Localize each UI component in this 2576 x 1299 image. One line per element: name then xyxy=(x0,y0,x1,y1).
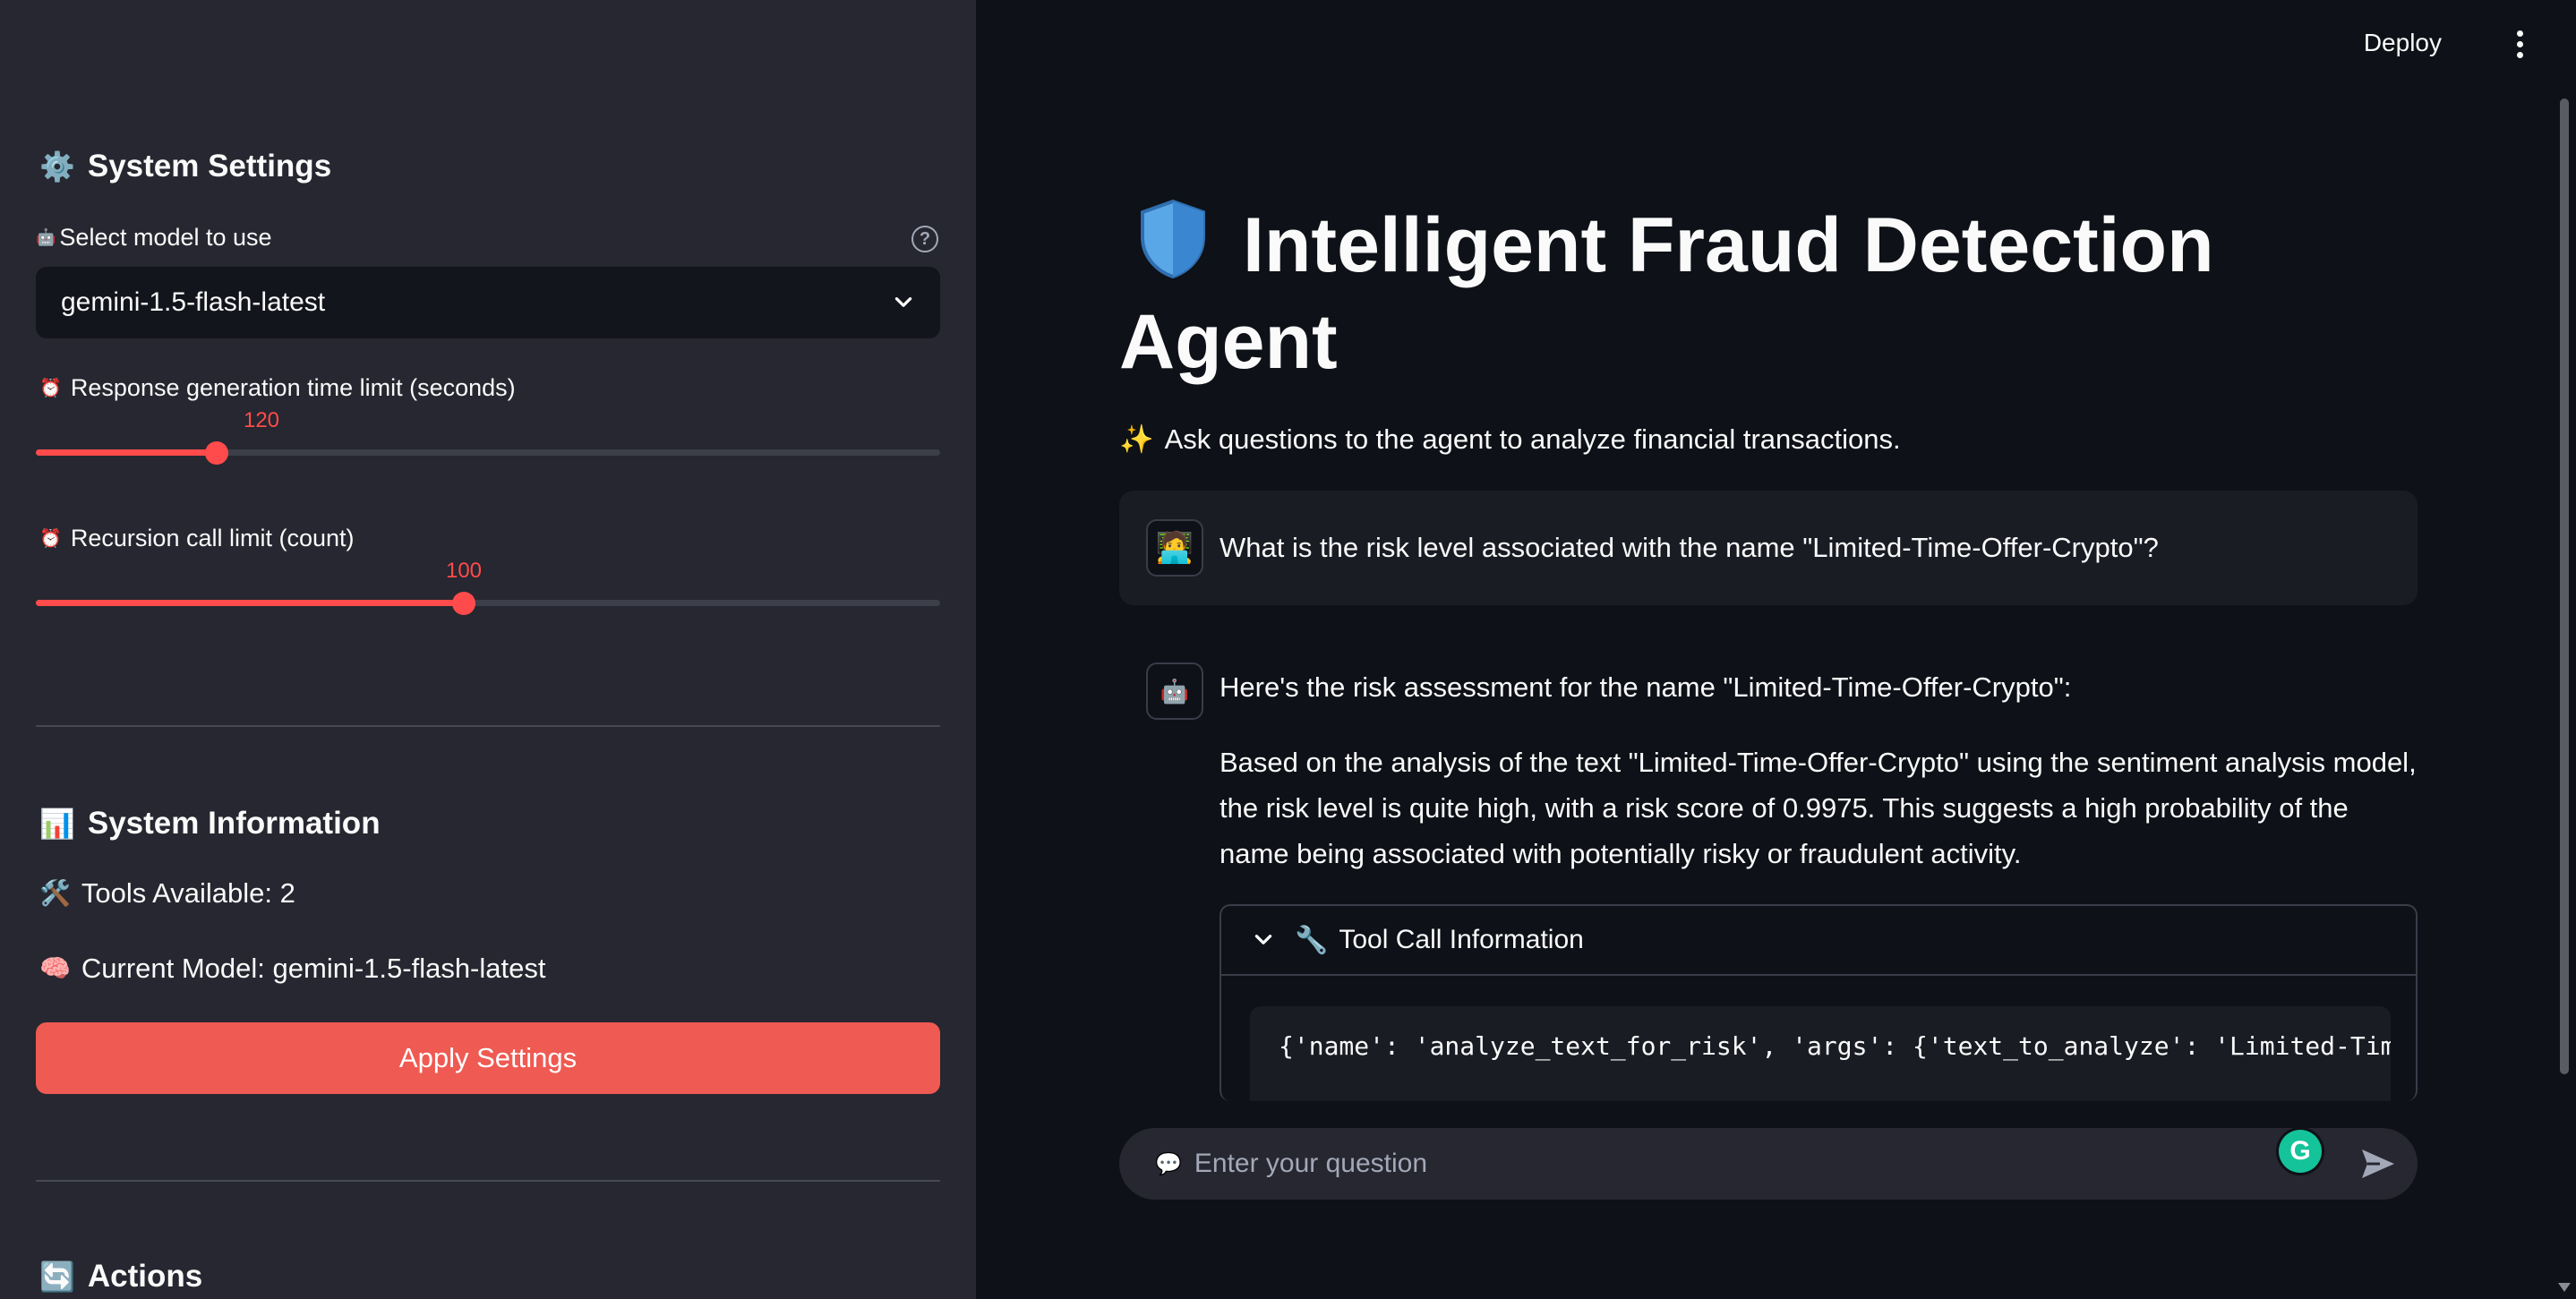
user-avatar-icon: 🧑‍💻 xyxy=(1146,519,1203,577)
user-message-text: What is the risk level associated with t… xyxy=(1220,532,2159,563)
chevron-down-icon xyxy=(1254,935,1272,944)
brain-icon: 🧠 xyxy=(39,954,71,982)
tools-available-text: Tools Available: 2 xyxy=(81,877,295,909)
shield-icon xyxy=(1141,199,1205,279)
scrollbar[interactable] xyxy=(2560,98,2569,1074)
alarm-clock-icon: ⏰ xyxy=(39,529,62,549)
page-title: Intelligent Fraud Detection Agent xyxy=(1119,197,2283,390)
user-message: 🧑‍💻 What is the risk level associated wi… xyxy=(1119,491,2418,605)
speech-bubble-icon: 💬 xyxy=(1155,1151,1182,1176)
current-model: 🧠 Current Model: gemini-1.5-flash-latest xyxy=(39,953,545,985)
sparkles-icon: ✨ xyxy=(1119,423,1154,455)
recursion-limit-label-text: Recursion call limit (count) xyxy=(70,525,355,551)
model-select-value: gemini-1.5-flash-latest xyxy=(61,287,326,317)
time-limit-slider[interactable] xyxy=(36,440,940,465)
main-content: Deploy Intelligent Fraud Detection Agent… xyxy=(976,0,2576,1299)
time-limit-label: ⏰ Response generation time limit (second… xyxy=(39,374,516,402)
apply-settings-button[interactable]: Apply Settings xyxy=(36,1022,940,1094)
tool-call-code: {'name': 'analyze_text_for_risk', 'args'… xyxy=(1250,1006,2391,1101)
recursion-limit-slider-fill xyxy=(36,600,465,606)
time-limit-slider-thumb[interactable] xyxy=(205,440,228,465)
recursion-limit-value: 100 xyxy=(445,559,483,583)
time-limit-value: 120 xyxy=(243,408,280,432)
assistant-intro-text: Here's the risk assessment for the name … xyxy=(1220,671,2072,703)
scroll-down-arrow-icon[interactable] xyxy=(2558,1283,2571,1292)
sidebar: ⚙️ System Settings 🤖 Select model to use… xyxy=(0,0,976,1299)
chevron-down-icon xyxy=(894,297,912,307)
page-title-text: Intelligent Fraud Detection Agent xyxy=(1119,202,2214,385)
send-icon[interactable] xyxy=(2360,1148,2396,1180)
tool-call-expander-header[interactable]: 🔧 Tool Call Information xyxy=(1221,906,2416,976)
gear-icon: ⚙️ xyxy=(39,150,75,183)
tools-icon: 🛠️ xyxy=(39,879,71,907)
system-settings-title: System Settings xyxy=(87,149,332,184)
tool-call-expander-title: Tool Call Information xyxy=(1339,925,1584,954)
chat-input[interactable]: 💬 Enter your question xyxy=(1119,1128,2418,1200)
actions-title: Actions xyxy=(87,1259,203,1294)
wrench-icon: 🔧 xyxy=(1295,925,1329,955)
divider xyxy=(36,725,940,727)
robot-icon: 🤖 xyxy=(36,228,56,246)
tools-available: 🛠️ Tools Available: 2 xyxy=(39,877,295,910)
assistant-avatar-icon: 🤖 xyxy=(1146,662,1203,720)
recursion-limit-slider-thumb[interactable] xyxy=(452,591,476,615)
tool-call-expander: 🔧 Tool Call Information {'name': 'analyz… xyxy=(1220,904,2418,1101)
model-select-label: 🤖 Select model to use xyxy=(36,224,272,252)
current-model-text: Current Model: gemini-1.5-flash-latest xyxy=(81,953,546,984)
system-information-heading: 📊 System Information xyxy=(39,806,381,842)
subtitle-text: Ask questions to the agent to analyze fi… xyxy=(1164,423,1901,455)
model-select[interactable]: gemini-1.5-flash-latest xyxy=(36,267,940,338)
deploy-button[interactable]: Deploy xyxy=(2364,29,2442,57)
model-select-label-text: Select model to use xyxy=(59,224,272,251)
bar-chart-icon: 📊 xyxy=(39,808,75,840)
time-limit-slider-fill xyxy=(36,449,217,456)
system-settings-heading: ⚙️ System Settings xyxy=(39,149,331,184)
more-options-icon[interactable] xyxy=(2515,30,2524,59)
subtitle: ✨ Ask questions to the agent to analyze … xyxy=(1119,423,1901,456)
time-limit-label-text: Response generation time limit (seconds) xyxy=(70,374,516,401)
recursion-limit-slider[interactable] xyxy=(36,591,940,615)
help-icon[interactable]: ? xyxy=(911,226,938,252)
system-information-title: System Information xyxy=(87,806,381,841)
tool-call-code-text: {'name': 'analyze_text_for_risk', 'args'… xyxy=(1279,1031,2391,1061)
alarm-clock-icon: ⏰ xyxy=(39,379,62,398)
grammarly-icon[interactable]: G xyxy=(2279,1130,2322,1173)
divider xyxy=(36,1180,940,1182)
refresh-icon: 🔄 xyxy=(39,1261,75,1293)
assistant-body-text: Based on the analysis of the text "Limit… xyxy=(1220,747,2417,869)
recursion-limit-label: ⏰ Recursion call limit (count) xyxy=(39,525,355,552)
actions-heading: 🔄 Actions xyxy=(39,1259,202,1295)
chat-input-placeholder: Enter your question xyxy=(1194,1149,1428,1178)
